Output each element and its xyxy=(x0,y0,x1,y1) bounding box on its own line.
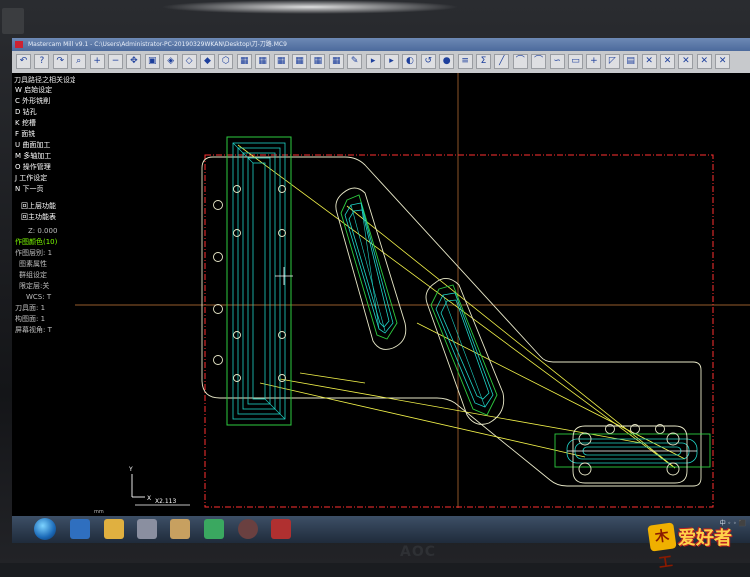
ball-icon[interactable]: ● xyxy=(439,54,455,69)
main-menu-panel: 刀具路径之相关设定: W 启始设定 C 外形铣削 D 钻孔 K 挖槽 F 面铣 … xyxy=(12,73,79,508)
monitor-logo: AOC xyxy=(400,544,437,560)
sigma-icon[interactable]: Σ xyxy=(476,54,491,69)
gview-front-icon[interactable]: ◇ xyxy=(181,54,197,69)
menu-item-pocket[interactable]: K 挖槽 xyxy=(15,118,36,128)
windows-taskbar: 中 ◦ ◦ ⬛ xyxy=(12,516,750,543)
zoom-in-icon[interactable]: + xyxy=(89,54,105,69)
rotate-icon[interactable]: ↺ xyxy=(420,54,436,69)
gview-top-icon[interactable]: ◈ xyxy=(163,54,179,69)
app-icon-1[interactable] xyxy=(170,519,190,539)
screen-glare xyxy=(160,0,460,14)
mask-setting[interactable]: 限定层:关 xyxy=(19,281,49,291)
app-icon xyxy=(15,41,23,48)
menu-main-button[interactable]: 回主功能表 xyxy=(21,212,56,222)
cad-drawing: Y X X2.113 xyxy=(75,73,750,508)
pencil-icon[interactable]: ✎ xyxy=(347,54,363,69)
zoom-out-icon[interactable]: − xyxy=(108,54,123,69)
axis-indicator-icon xyxy=(131,474,145,498)
cube-icon[interactable]: ▦ xyxy=(310,54,326,69)
select-icon[interactable]: ▸ xyxy=(365,54,381,69)
stock-boundary xyxy=(204,154,714,508)
z-depth-readout[interactable]: Z: 0.000 xyxy=(28,226,57,236)
ie-icon[interactable] xyxy=(70,519,90,539)
cube-icon[interactable]: ▦ xyxy=(273,54,289,69)
watermark-logo: 木工 爱好者 xyxy=(647,522,732,572)
rectangle-icon[interactable]: ▭ xyxy=(568,54,583,69)
gview-iso-icon[interactable]: ⬡ xyxy=(218,54,234,69)
unit-label: mm xyxy=(94,509,104,515)
screen: Mastercam Mill v9.1 - C:\Users\Administr… xyxy=(12,38,750,543)
layer-setting[interactable]: 作图层别: 1 xyxy=(15,248,52,258)
undo-icon[interactable]: ↶ xyxy=(16,54,31,69)
part-outline xyxy=(201,156,702,487)
folder-icon[interactable] xyxy=(104,519,124,539)
watermark-mark: 木工 xyxy=(647,522,677,572)
cube-icon[interactable]: ▦ xyxy=(236,54,252,69)
zoom-icon[interactable]: ⌕ xyxy=(71,54,87,69)
cube-icon[interactable]: ▦ xyxy=(255,54,271,69)
trim-icon[interactable]: ✕ xyxy=(715,54,731,69)
trim-icon[interactable]: ✕ xyxy=(660,54,675,69)
pan-icon[interactable]: ✥ xyxy=(126,54,142,69)
slot-1-toolpath xyxy=(335,187,407,350)
app-icon-2[interactable] xyxy=(238,519,258,539)
menu-item-face[interactable]: F 面铣 xyxy=(15,129,35,139)
graphics-view-setting[interactable]: 屏幕视角: T xyxy=(15,325,52,335)
entity-attributes[interactable]: 图素属性 xyxy=(19,259,47,269)
arc-icon[interactable]: ⌒ xyxy=(531,54,547,69)
menu-item-start-setup[interactable]: W 启始设定 xyxy=(15,85,52,95)
shade-icon[interactable]: ◐ xyxy=(402,54,418,69)
trim-icon[interactable]: ✕ xyxy=(696,54,712,69)
scale-readout: X2.113 xyxy=(155,498,176,505)
curve-icon[interactable]: ∽ xyxy=(549,54,565,69)
title-bar: Mastercam Mill v9.1 - C:\Users\Administr… xyxy=(12,38,750,51)
layers-icon[interactable]: ≡ xyxy=(457,54,473,69)
arc-icon[interactable]: ⌒ xyxy=(512,54,528,69)
menu-item-surface[interactable]: U 曲面加工 xyxy=(15,140,50,150)
axis-label-x: X xyxy=(147,495,151,502)
menu-back-button[interactable]: 回上层功能 xyxy=(21,201,56,211)
start-button[interactable] xyxy=(34,518,56,540)
menu-item-drill[interactable]: D 钻孔 xyxy=(15,107,37,117)
toolbar: ↶? ↷ ⌕ + − ✥ ▣ ◈ ◇ ◆ ⬡ ▦ ▦ ▦ ▦ ▦ ▦ ✎ ▸ ▸ ◐ ↺ ● ≡ Σ ╱ ⌒ ⌒ ∽ ▭ + ◸ ▤ ✕ ✕ ✕ ✕ ✕ xyxy=(12,51,750,74)
menu-item-multiaxis[interactable]: M 多轴加工 xyxy=(15,151,51,161)
mastercam-task-icon[interactable] xyxy=(204,519,224,539)
save-icon[interactable]: ▤ xyxy=(623,54,639,69)
media-icon[interactable] xyxy=(137,519,157,539)
trim-icon[interactable]: ✕ xyxy=(678,54,694,69)
menu-header: 刀具路径之相关设定: xyxy=(14,76,80,84)
axis-label-y: Y xyxy=(128,466,133,473)
windows-badge xyxy=(2,8,24,34)
status-bar: mm xyxy=(12,508,750,516)
app-icon-3[interactable] xyxy=(271,519,291,539)
color-setting[interactable]: 作图颜色(10) xyxy=(15,237,57,247)
wcs-setting[interactable]: WCS: T xyxy=(26,292,51,302)
help-icon[interactable]: ? xyxy=(34,54,50,69)
window-title: Mastercam Mill v9.1 - C:\Users\Administr… xyxy=(28,41,287,48)
watermark-text: 爱好者 xyxy=(678,528,732,549)
gview-side-icon[interactable]: ◆ xyxy=(200,54,215,69)
line-icon[interactable]: ╱ xyxy=(494,54,510,69)
chamfer-icon[interactable]: ◸ xyxy=(604,54,620,69)
redo-icon[interactable]: ↷ xyxy=(52,54,68,69)
slot-2-toolpath xyxy=(425,278,505,425)
tool-plane-setting[interactable]: 刀具面: 1 xyxy=(15,303,45,313)
mounting-holes xyxy=(213,185,665,434)
menu-item-operations[interactable]: O 操作管理 xyxy=(15,162,51,172)
select-icon[interactable]: ▸ xyxy=(384,54,399,69)
menu-item-job-setup[interactable]: J 工作设定 xyxy=(15,173,47,183)
cube-icon[interactable]: ▦ xyxy=(292,54,307,69)
graphics-canvas[interactable]: Y X X2.113 xyxy=(75,73,750,508)
group-setting[interactable]: 群组设定 xyxy=(19,270,47,280)
cursor-crosshair xyxy=(275,267,293,285)
fit-icon[interactable]: ▣ xyxy=(144,54,160,69)
point-icon[interactable]: + xyxy=(586,54,602,69)
cube-icon[interactable]: ▦ xyxy=(328,54,344,69)
construction-plane-setting[interactable]: 构图面: 1 xyxy=(15,314,45,324)
trim-icon[interactable]: ✕ xyxy=(641,54,657,69)
menu-item-next-page[interactable]: N 下一页 xyxy=(15,184,43,194)
menu-item-contour[interactable]: C 外形铣削 xyxy=(15,96,50,106)
